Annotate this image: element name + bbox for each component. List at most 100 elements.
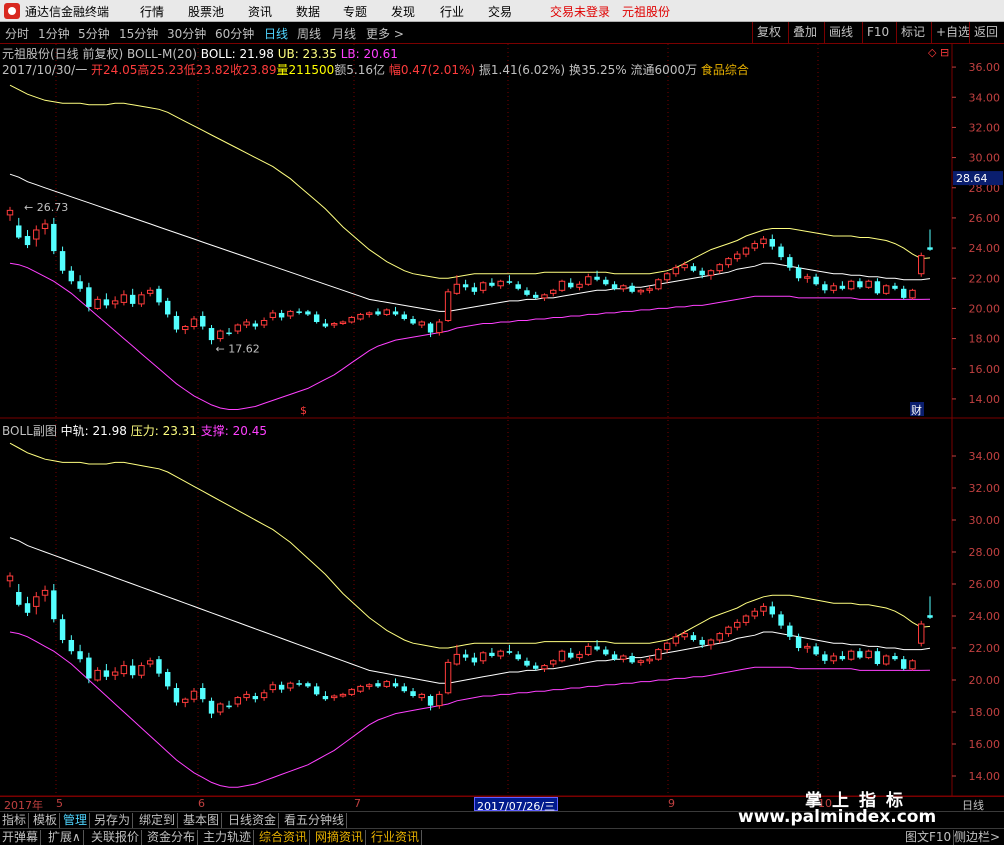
main-candle-body (489, 282, 495, 286)
date-tick-jul: 7 (354, 797, 361, 810)
menu-news[interactable]: 资讯 (248, 3, 272, 20)
main-candle-body (51, 223, 57, 252)
main-candle-body (410, 318, 416, 324)
chart-canvas[interactable]: 36.00 34.00 32.00 30.00 28.00 26.00 24.00 22.00… (0, 44, 1004, 796)
sub-candle-body (24, 603, 31, 613)
main-candle-body (33, 229, 40, 240)
sub-candle-body (51, 590, 57, 620)
adjust-button[interactable]: 复权 (752, 22, 785, 43)
tab-basic-chart[interactable]: 基本图 (181, 813, 223, 828)
main-candle-body (734, 253, 741, 260)
tab-bind-to[interactable]: 绑定到 (137, 813, 179, 828)
price-tag-label: 28.64 (956, 172, 988, 185)
sub-candle-body (778, 614, 784, 626)
sub-candle-body (226, 705, 232, 708)
extension-tab-row: 开弹幕 扩展∧ 关联报价 资金分布 主力轨迹 综合资讯 网摘资讯 行业资讯 图文… (0, 828, 1004, 845)
sub-candle-body (392, 683, 399, 687)
tab-5min[interactable]: 5分钟 (78, 25, 110, 42)
tab-timeshare[interactable]: 分时 (5, 25, 29, 42)
sub-candle-body (462, 654, 469, 658)
sub-panel-label[interactable]: BOLL副图 (2, 424, 57, 438)
tab-template[interactable]: 模板 (31, 813, 61, 828)
sub-candle-body (532, 665, 539, 669)
menu-trade[interactable]: 交易 (488, 3, 512, 20)
tab-30min[interactable]: 30分钟 (167, 25, 206, 42)
tab-monthly[interactable]: 月线 (332, 25, 356, 42)
menu-industry[interactable]: 行业 (440, 3, 464, 20)
tab-related-quotes[interactable]: 关联报价 (89, 830, 143, 845)
add-watchlist-button[interactable]: +自选 (931, 22, 974, 43)
main-candle-body (173, 315, 180, 330)
tab-daily-funds[interactable]: 日线资金 (226, 813, 280, 828)
volume-value: 量211500 (276, 63, 335, 77)
main-info-line-2: 2017/10/30/一 开24.05高25.23低23.82收23.89量21… (2, 61, 749, 78)
sub-candle-body (857, 651, 863, 658)
chart-area[interactable]: 36.00 34.00 32.00 30.00 28.00 26.00 24.00 22.00… (0, 44, 1004, 796)
tab-f10-graphic[interactable]: 图文F10 (903, 830, 955, 845)
tab-save-as[interactable]: 另存为 (92, 813, 134, 828)
turnover-value: 换35.25% (568, 63, 627, 77)
sub-candle-body (348, 689, 355, 695)
sub-candle-body (366, 684, 373, 687)
tab-fund-distribution[interactable]: 资金分布 (145, 830, 199, 845)
sub-candle-body (707, 639, 715, 646)
tab-weekly[interactable]: 周线 (297, 25, 321, 42)
sub-candle-body (568, 652, 574, 658)
overlay-button[interactable]: 叠加 (788, 22, 821, 43)
tab-indicator[interactable]: 指标 (0, 813, 30, 828)
sub-lower-band-line (9, 631, 931, 788)
menu-data[interactable]: 数据 (296, 3, 320, 20)
sub-tick-label-5: 24.00 (969, 610, 1001, 623)
main-candle-body (568, 282, 574, 288)
tab-web-news[interactable]: 网摘资讯 (313, 830, 367, 845)
menu-quotes[interactable]: 行情 (140, 3, 164, 20)
login-status[interactable]: 交易未登录 (550, 3, 610, 20)
sub-candle-body (787, 625, 793, 637)
sub-candle-body (725, 626, 732, 635)
sub-candle-body (296, 683, 302, 685)
main-tick-label-7: 22.00 (969, 272, 1001, 285)
main-candle-body (436, 321, 443, 334)
mark-button[interactable]: 标记 (896, 22, 929, 43)
tab-main-trajectory[interactable]: 主力轨迹 (201, 830, 255, 845)
main-candle-body (41, 223, 49, 229)
indicator-name[interactable]: BOLL-M(20) (127, 47, 197, 61)
sub-candle-body (865, 650, 872, 659)
main-candle-body (322, 323, 329, 327)
sub-candle-body (822, 654, 828, 661)
tab-1min[interactable]: 1分钟 (38, 25, 70, 42)
f10-button[interactable]: F10 (862, 22, 893, 43)
sub-candle-body (129, 665, 136, 676)
date-tick-jun: 6 (198, 797, 205, 810)
main-candle-body (857, 281, 863, 288)
tab-15min[interactable]: 15分钟 (119, 25, 158, 42)
menu-topics[interactable]: 专题 (343, 3, 367, 20)
tab-expand[interactable]: 扩展∧ (46, 830, 84, 845)
tab-danmaku[interactable]: 开弹幕 (0, 830, 42, 845)
sector-label[interactable]: 食品综合 (701, 63, 749, 77)
sub-tick-label-0: 34.00 (969, 450, 1001, 463)
draw-line-button[interactable]: 画线 (824, 22, 857, 43)
main-candle-body (822, 284, 828, 291)
sub-candle-body (182, 698, 189, 703)
main-candle-body (620, 285, 627, 290)
tab-60min[interactable]: 60分钟 (215, 25, 254, 42)
tab-industry-news[interactable]: 行业资讯 (369, 830, 423, 845)
menu-discover[interactable]: 发现 (391, 3, 415, 20)
main-candle-body (874, 281, 881, 294)
sub-tick-label-7: 20.00 (969, 674, 1001, 687)
main-candle-body (146, 289, 154, 294)
tab-five-min[interactable]: 看五分钟线 (282, 813, 348, 828)
tab-manage[interactable]: 管理 (61, 813, 91, 828)
sidebar-toggle[interactable]: 侧边栏> (952, 830, 1002, 845)
tab-composite-news[interactable]: 综合资讯 (257, 830, 311, 845)
main-candle-body (927, 247, 933, 250)
tab-more[interactable]: 更多 > (366, 25, 404, 42)
panel-corner-marker[interactable]: ◇ ⊟ (928, 46, 949, 59)
sub-candle-body (156, 659, 162, 674)
menu-stock-pool[interactable]: 股票池 (188, 3, 224, 20)
main-candle-body (594, 276, 600, 280)
tab-daily[interactable]: 日线 (264, 25, 288, 42)
sub-candle-body (716, 633, 723, 641)
back-button[interactable]: 返回 (969, 22, 1002, 43)
